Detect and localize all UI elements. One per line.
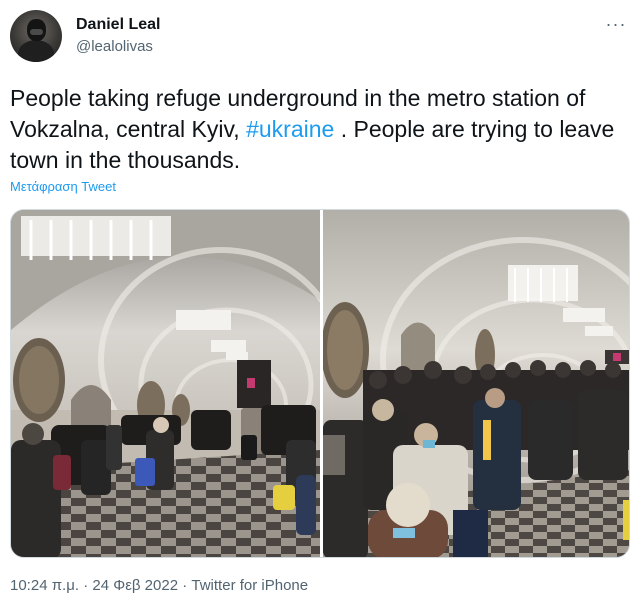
tweet-meta: 10:24 π.μ. · 24 Φεβ 2022 · Twitter for i…	[10, 577, 308, 594]
tweet-source[interactable]: Twitter for iPhone	[191, 577, 308, 594]
tweet-text: People taking refuge underground in the …	[10, 83, 630, 176]
avatar-shoulders	[18, 40, 54, 62]
metro-station-photo[interactable]	[11, 210, 320, 557]
avatar-mask	[30, 29, 43, 35]
meta-separator-2: ·	[182, 577, 188, 594]
metro-crowd-photo-image	[323, 210, 629, 557]
tweet-header: Daniel Leal @lealolivas ···	[10, 10, 630, 66]
tweet-date[interactable]: 24 Φεβ 2022	[92, 577, 178, 594]
more-options-icon[interactable]: ···	[604, 15, 628, 36]
author-name[interactable]: Daniel Leal	[76, 16, 160, 34]
tweet-time[interactable]: 10:24 π.μ.	[10, 577, 79, 594]
translate-tweet-link[interactable]: Μετάφραση Tweet	[10, 179, 116, 194]
metro-station-photo-image	[11, 210, 320, 557]
hashtag-link[interactable]: #ukraine	[246, 116, 334, 142]
meta-separator-1: ·	[83, 577, 89, 594]
avatar[interactable]	[10, 10, 62, 62]
author-handle[interactable]: @lealolivas	[76, 38, 153, 55]
media-grid	[10, 209, 630, 558]
metro-crowd-photo[interactable]	[323, 210, 629, 557]
